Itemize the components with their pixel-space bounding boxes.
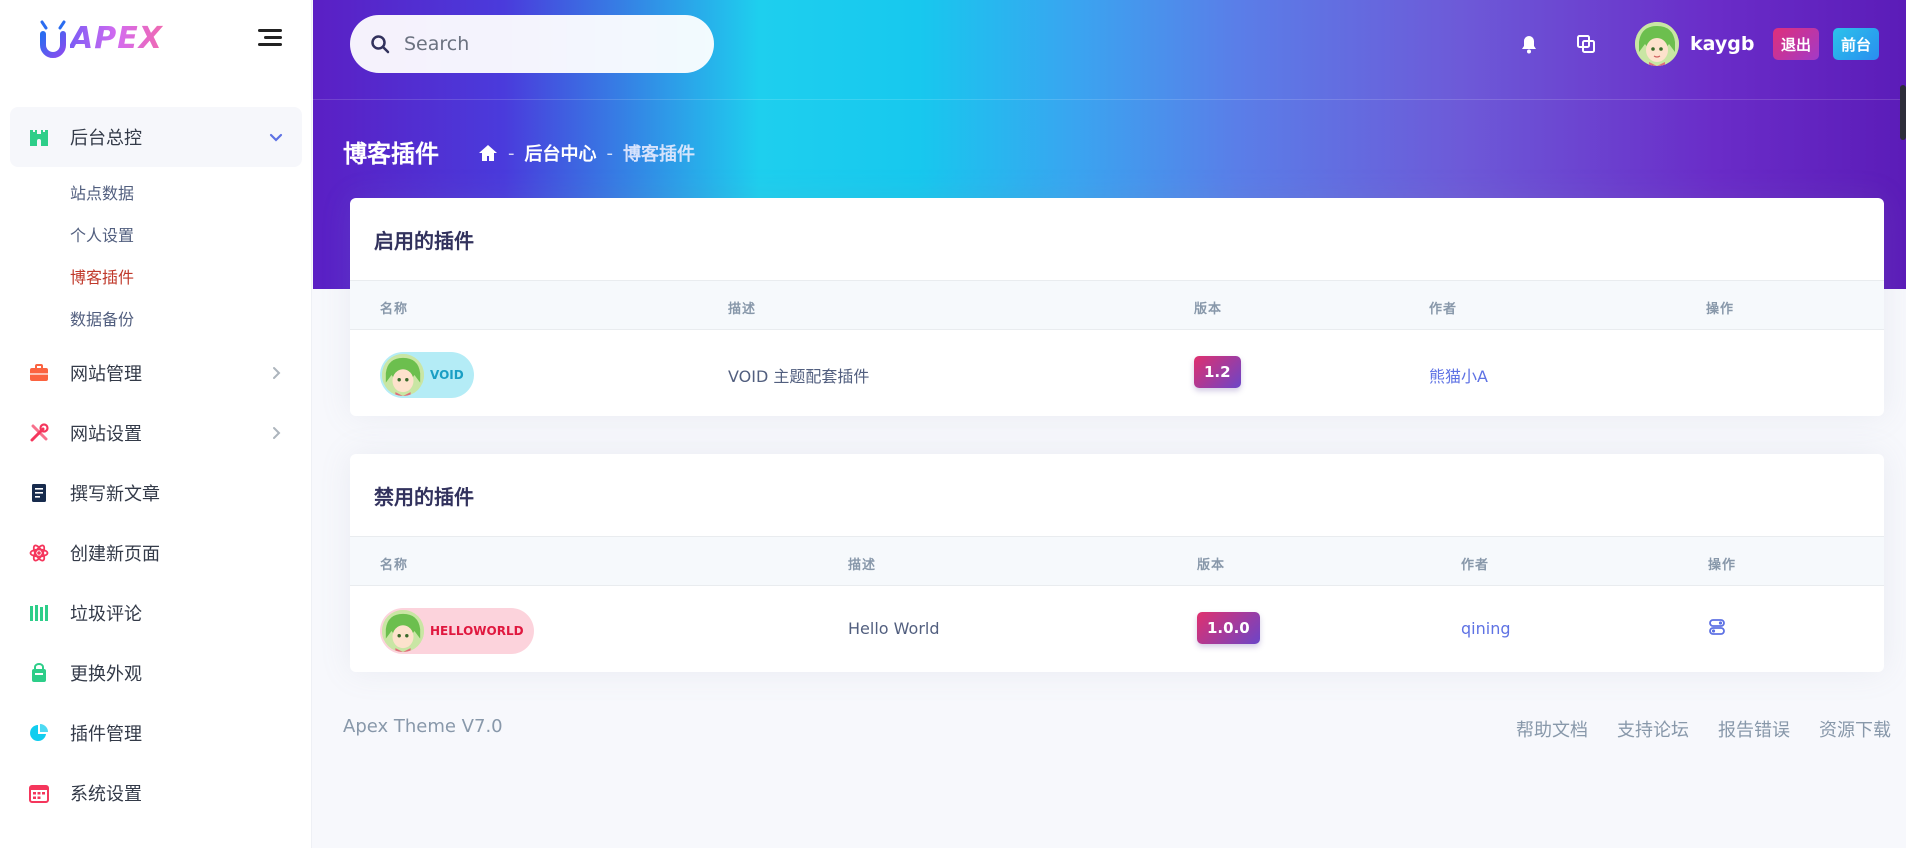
sidebar-item-label: 创建新页面 xyxy=(70,544,160,565)
sidebar-item-label: 系统设置 xyxy=(70,784,142,805)
breadcrumb-current: 博客插件 xyxy=(623,144,695,165)
sidebar-subitem-backup[interactable]: 数据备份 xyxy=(0,297,312,339)
header-divider xyxy=(313,99,1906,100)
column-header: 名称 xyxy=(380,302,409,317)
column-header: 描述 xyxy=(728,302,757,317)
sidebar-nav: 后台总控 站点数据 个人设置 博客插件 数据备份 网站管理 网站设置 撰写新文章… xyxy=(0,107,312,823)
footer-link-download[interactable]: 资源下载 xyxy=(1819,716,1891,742)
bag-icon xyxy=(32,663,46,682)
sidebar-item-new-post[interactable]: 撰写新文章 xyxy=(0,463,312,523)
search-input[interactable] xyxy=(404,33,684,55)
plugin-avatar xyxy=(382,610,424,652)
table-row: VOID VOID 主题配套插件 1.2 熊猫小A xyxy=(350,330,1884,416)
plugin-badge[interactable]: HELLOWORLD xyxy=(380,608,534,654)
column-header: 作者 xyxy=(1461,558,1490,573)
sidebar-subnav: 站点数据 个人设置 博客插件 数据备份 xyxy=(0,167,312,343)
card-title: 启用的插件 xyxy=(374,228,474,253)
briefcase-icon xyxy=(30,364,48,381)
sidebar-item-label: 网站管理 xyxy=(70,364,142,385)
plugin-name: VOID xyxy=(430,368,464,382)
calendar-icon xyxy=(29,785,49,803)
chevron-down-icon xyxy=(269,133,283,142)
column-header: 描述 xyxy=(848,558,877,573)
breadcrumb: - 后台中心 - 博客插件 xyxy=(478,140,695,166)
author-link[interactable]: qining xyxy=(1461,619,1510,638)
sidebar-subitem-blog-plugins[interactable]: 博客插件 xyxy=(0,255,312,297)
author-link[interactable]: 熊猫小A xyxy=(1429,363,1488,387)
search-icon xyxy=(371,35,390,54)
sidebar-item-site-manage[interactable]: 网站管理 xyxy=(0,343,312,403)
table-header: 名称 描述 版本 作者 操作 xyxy=(350,536,1884,586)
avatar xyxy=(1635,22,1679,66)
sidebar-item-label: 撰写新文章 xyxy=(70,484,160,505)
disabled-plugins-card: 禁用的插件 名称 描述 版本 作者 操作 HELLOWORLD Hello Wo… xyxy=(350,454,1884,672)
breadcrumb-item[interactable]: 后台中心 xyxy=(525,140,597,166)
plugin-name: HELLOWORLD xyxy=(430,624,524,638)
search-box[interactable] xyxy=(350,15,714,73)
chevron-right-icon xyxy=(273,367,281,379)
logout-button[interactable]: 退出 xyxy=(1773,28,1820,60)
sidebar-subitem-site-data[interactable]: 站点数据 xyxy=(0,171,312,213)
page-title: 博客插件 xyxy=(343,140,439,168)
breadcrumb-separator: - xyxy=(508,142,515,164)
sidebar-subitem-profile[interactable]: 个人设置 xyxy=(0,213,312,255)
brand-logo[interactable]: APEX xyxy=(38,18,163,58)
column-header: 版本 xyxy=(1194,302,1223,317)
home-icon[interactable] xyxy=(478,143,498,163)
pie-chart-icon xyxy=(30,724,48,741)
logo-mark-icon xyxy=(40,20,66,58)
sidebar-item-appearance[interactable]: 更换外观 xyxy=(0,643,312,703)
column-header: 操作 xyxy=(1708,558,1737,573)
user-menu[interactable]: kaygb xyxy=(1635,22,1754,66)
plugin-description: Hello World xyxy=(848,619,940,638)
windows-icon[interactable] xyxy=(1575,33,1597,55)
footer-link-help[interactable]: 帮助文档 xyxy=(1516,716,1588,742)
sidebar-item-spam-comments[interactable]: 垃圾评论 xyxy=(0,583,312,643)
plugin-description: VOID 主题配套插件 xyxy=(728,367,870,386)
plugin-badge[interactable]: VOID xyxy=(380,352,474,398)
table-row: HELLOWORLD Hello World 1.0.0 qining xyxy=(350,586,1884,672)
sidebar-item-plugin-manage[interactable]: 插件管理 xyxy=(0,703,312,763)
sidebar-item-system-settings[interactable]: 系统设置 xyxy=(0,763,312,823)
sidebar-item-label: 插件管理 xyxy=(70,724,142,745)
bars-icon xyxy=(30,605,48,621)
username: kaygb xyxy=(1690,33,1755,55)
brand-name: APEX xyxy=(70,20,163,56)
footer-links: 帮助文档 支持论坛 报告错误 资源下载 xyxy=(1487,716,1891,742)
atom-icon xyxy=(29,544,49,562)
table-header: 名称 描述 版本 作者 操作 xyxy=(350,280,1884,330)
sidebar-item-label: 后台总控 xyxy=(70,128,142,149)
enabled-plugins-card: 启用的插件 名称 描述 版本 作者 操作 VOID VOID 主题配套插件 1.… xyxy=(350,198,1884,416)
document-icon xyxy=(32,484,46,502)
card-title: 禁用的插件 xyxy=(374,484,474,509)
footer-link-report[interactable]: 报告错误 xyxy=(1718,716,1790,742)
avatar-image xyxy=(1635,22,1679,66)
sidebar-item-label: 垃圾评论 xyxy=(70,604,142,625)
plugin-avatar xyxy=(382,354,424,396)
breadcrumb-separator: - xyxy=(606,142,614,164)
footer-link-forum[interactable]: 支持论坛 xyxy=(1617,716,1689,742)
sidebar-toggle-icon[interactable] xyxy=(258,27,282,47)
frontend-button[interactable]: 前台 xyxy=(1833,28,1880,60)
chevron-right-icon xyxy=(273,427,281,439)
enable-plugin-icon[interactable] xyxy=(1708,618,1726,636)
bell-icon[interactable] xyxy=(1518,33,1540,55)
column-header: 操作 xyxy=(1706,302,1735,317)
footer-copyright: Apex Theme V7.0 xyxy=(343,716,503,737)
scrollbar[interactable] xyxy=(1900,85,1906,140)
sidebar: APEX 后台总控 站点数据 个人设置 博客插件 数据备份 网站管理 网站设置 … xyxy=(0,0,312,848)
sidebar-item-label: 更换外观 xyxy=(70,664,142,685)
version-badge: 1.0.0 xyxy=(1197,612,1260,644)
sidebar-item-new-page[interactable]: 创建新页面 xyxy=(0,523,312,583)
sidebar-item-site-settings[interactable]: 网站设置 xyxy=(0,403,312,463)
sidebar-item-dashboard[interactable]: 后台总控 xyxy=(10,107,302,167)
sidebar-item-label: 网站设置 xyxy=(70,424,142,445)
column-header: 版本 xyxy=(1197,558,1226,573)
column-header: 作者 xyxy=(1429,302,1458,317)
castle-icon xyxy=(30,130,48,146)
tools-icon xyxy=(30,423,49,442)
version-badge: 1.2 xyxy=(1194,356,1241,388)
column-header: 名称 xyxy=(380,558,409,573)
